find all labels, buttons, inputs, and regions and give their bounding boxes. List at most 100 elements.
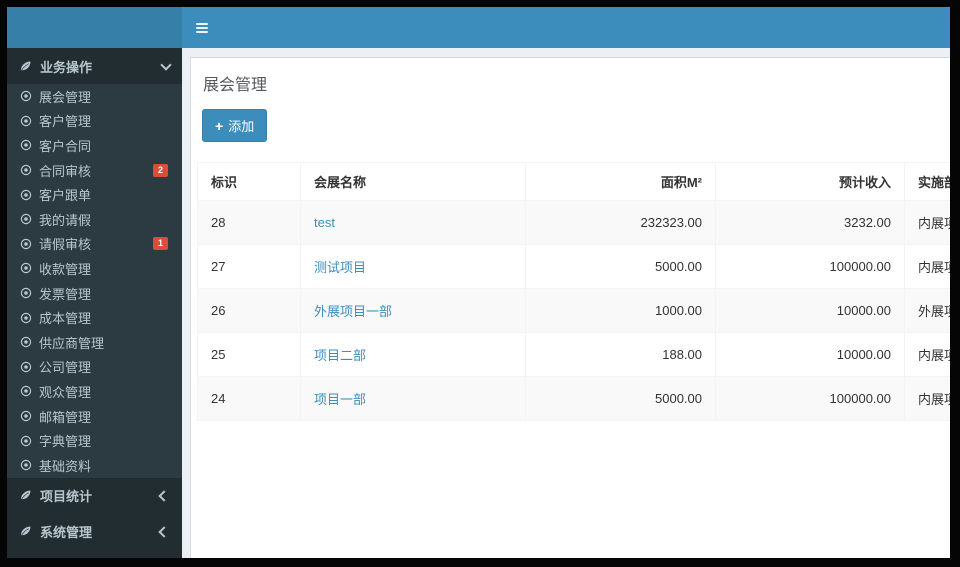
chevron-left-icon — [158, 489, 170, 502]
sidebar-item-customer-mgmt[interactable]: 客户管理 — [7, 109, 182, 134]
cell-dept: 外展项目部 — [904, 288, 950, 333]
section-label: 业务操作 — [40, 59, 93, 75]
cell-income: 100000.00 — [715, 244, 905, 289]
cell-income: 100000.00 — [715, 376, 905, 421]
section-label: 项目统计 — [40, 489, 93, 504]
exhibition-link[interactable]: test — [314, 215, 335, 230]
notification-badge: 2 — [152, 163, 168, 177]
circle-dot-icon — [20, 336, 32, 348]
section-label: 系统管理 — [40, 525, 93, 540]
column-header-area: 面积M² — [525, 162, 716, 201]
sidebar-item-exhibition-mgmt[interactable]: 展会管理 — [7, 84, 182, 109]
plus-icon: + — [215, 117, 224, 134]
table-row: 25 项目二部 188.00 10000.00 内展项目部 — [197, 332, 950, 377]
circle-dot-icon — [20, 262, 32, 274]
cell-area: 5000.00 — [525, 376, 716, 421]
cell-dept: 内展项目部 — [904, 200, 950, 245]
exhibition-link[interactable]: 项目二部 — [314, 348, 366, 363]
leaf-icon — [19, 489, 32, 502]
sidebar-item-invoice-mgmt[interactable]: 发票管理 — [7, 281, 182, 306]
exhibition-table: 标识 会展名称 面积M² 预计收入 实施部门 28 test 232323.00 — [197, 162, 950, 421]
sidebar-item-company-mgmt[interactable]: 公司管理 — [7, 355, 182, 380]
table-row: 28 test 232323.00 3232.00 内展项目部 — [197, 200, 950, 245]
app-window: 业务操作 展会管理 客户管理 客户合同 合同审核 2 客户跟单 我的请假 请假审… — [7, 7, 950, 558]
chevron-down-icon — [160, 58, 172, 71]
sidebar-item-audience-mgmt[interactable]: 观众管理 — [7, 379, 182, 404]
sidebar-item-supplier-mgmt[interactable]: 供应商管理 — [7, 330, 182, 355]
table-row: 24 项目一部 5000.00 100000.00 内展项目部 — [197, 376, 950, 421]
cell-id: 25 — [197, 332, 301, 377]
top-navbar — [7, 7, 950, 48]
cell-area: 1000.00 — [525, 288, 716, 333]
sidebar-item-dictionary-mgmt[interactable]: 字典管理 — [7, 428, 182, 453]
cell-income: 10000.00 — [715, 332, 905, 377]
circle-dot-icon — [20, 189, 32, 201]
table-row: 26 外展项目一部 1000.00 10000.00 外展项目部 — [197, 288, 950, 333]
sidebar-item-payment-mgmt[interactable]: 收款管理 — [7, 256, 182, 281]
cell-id: 24 — [197, 376, 301, 421]
sidebar-item-leave-review[interactable]: 请假审核 1 — [7, 232, 182, 257]
leaf-icon — [19, 525, 32, 538]
cell-id: 26 — [197, 288, 301, 333]
circle-dot-icon — [20, 90, 32, 102]
cell-dept: 内展项目部 — [904, 332, 950, 377]
table-header-row: 标识 会展名称 面积M² 预计收入 实施部门 — [197, 162, 950, 201]
circle-dot-icon — [20, 164, 32, 176]
sidebar-toggle-button[interactable] — [182, 7, 222, 48]
cell-dept: 内展项目部 — [904, 376, 950, 421]
exhibition-panel: 展会管理 + 添加 标识 会展名称 面积M² 预计收入 实施部门 — [190, 57, 950, 558]
sidebar-item-customer-contract[interactable]: 客户合同 — [7, 133, 182, 158]
cell-id: 27 — [197, 244, 301, 289]
sidebar-item-contract-review[interactable]: 合同审核 2 — [7, 158, 182, 183]
column-header-income: 预计收入 — [715, 162, 905, 201]
sidebar: 业务操作 展会管理 客户管理 客户合同 合同审核 2 客户跟单 我的请假 请假审… — [7, 48, 182, 558]
sidebar-section-system-mgmt[interactable]: 系统管理 — [7, 514, 182, 550]
panel-header: 展会管理 — [191, 58, 950, 101]
circle-dot-icon — [20, 459, 32, 471]
column-header-id: 标识 — [197, 162, 301, 201]
circle-dot-icon — [20, 435, 32, 447]
sidebar-section-project-stats[interactable]: 项目统计 — [7, 478, 182, 514]
sidebar-section-business-ops[interactable]: 业务操作 — [7, 48, 182, 84]
column-header-name: 会展名称 — [300, 162, 526, 201]
cell-area: 5000.00 — [525, 244, 716, 289]
exhibition-link[interactable]: 项目一部 — [314, 392, 366, 407]
menu-icon — [196, 22, 208, 25]
sidebar-item-customer-orders[interactable]: 客户跟单 — [7, 182, 182, 207]
cell-dept: 内展项目部 — [904, 244, 950, 289]
sidebar-item-my-leave[interactable]: 我的请假 — [7, 207, 182, 232]
circle-dot-icon — [20, 312, 32, 324]
business-ops-submenu: 展会管理 客户管理 客户合同 合同审核 2 客户跟单 我的请假 请假审核 1 收… — [7, 84, 182, 478]
circle-dot-icon — [20, 410, 32, 422]
exhibition-link[interactable]: 测试项目 — [314, 260, 366, 275]
cell-area: 232323.00 — [525, 200, 716, 245]
circle-dot-icon — [20, 115, 32, 127]
circle-dot-icon — [20, 361, 32, 373]
page-title: 展会管理 — [203, 77, 268, 94]
content-area: 展会管理 + 添加 标识 会展名称 面积M² 预计收入 实施部门 — [182, 48, 950, 558]
add-button[interactable]: + 添加 — [202, 109, 268, 142]
sidebar-item-basic-data[interactable]: 基础资料 — [7, 453, 182, 478]
circle-dot-icon — [20, 385, 32, 397]
cell-name: 项目二部 — [300, 332, 526, 377]
notification-badge: 1 — [152, 237, 168, 251]
cell-name: 项目一部 — [300, 376, 526, 421]
circle-dot-icon — [20, 139, 32, 151]
table-row: 27 测试项目 5000.00 100000.00 内展项目部 — [197, 244, 950, 289]
chevron-left-icon — [158, 525, 170, 538]
column-header-dept: 实施部门 — [904, 162, 950, 201]
circle-dot-icon — [20, 238, 32, 250]
add-button-label: 添加 — [228, 119, 255, 134]
logo-area — [7, 7, 182, 48]
cell-income: 3232.00 — [715, 200, 905, 245]
cell-income: 10000.00 — [715, 288, 905, 333]
cell-name: test — [300, 200, 526, 245]
circle-dot-icon — [20, 287, 32, 299]
panel-body: + 添加 标识 会展名称 面积M² 预计收入 实施部门 — [191, 101, 950, 431]
sidebar-item-cost-mgmt[interactable]: 成本管理 — [7, 305, 182, 330]
sidebar-item-mailbox-mgmt[interactable]: 邮箱管理 — [7, 404, 182, 429]
circle-dot-icon — [20, 213, 32, 225]
exhibition-link[interactable]: 外展项目一部 — [314, 304, 392, 319]
cell-id: 28 — [197, 200, 301, 245]
cell-area: 188.00 — [525, 332, 716, 377]
